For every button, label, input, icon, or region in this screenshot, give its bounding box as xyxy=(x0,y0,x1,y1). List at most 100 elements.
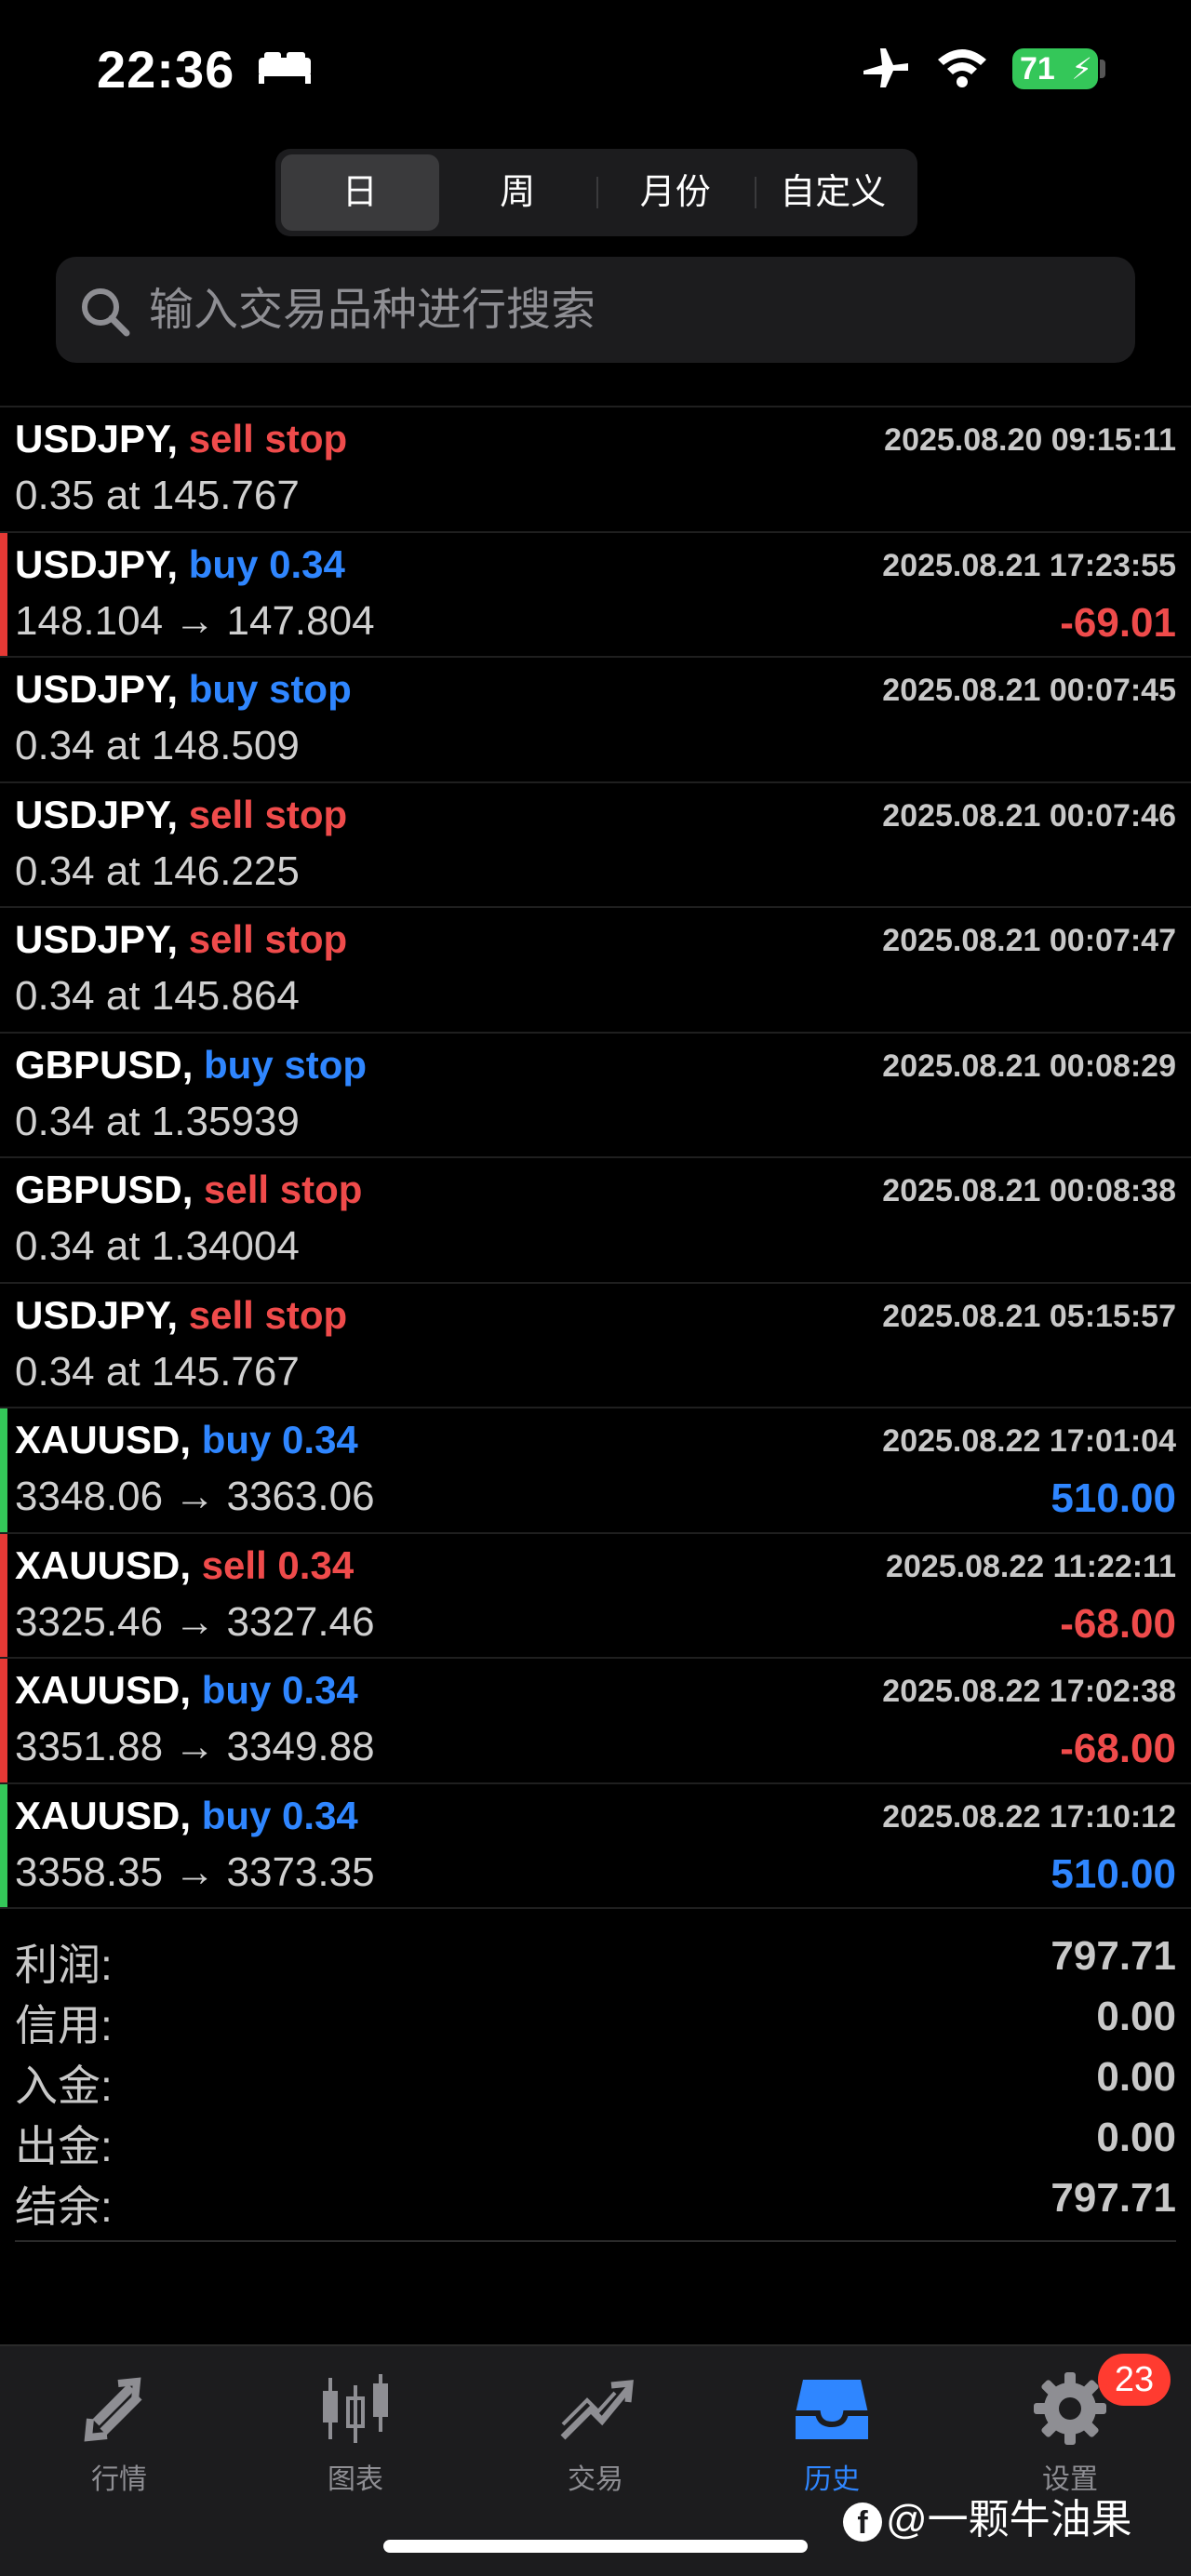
facebook-logo-icon: f xyxy=(843,2503,882,2543)
trade-title: XAUUSD, buy 0.34 xyxy=(15,1794,358,1838)
trade-row[interactable]: USDJPY, sell stop 0.34 at 145.864 2025.08.… xyxy=(0,908,1191,1034)
segment-week[interactable]: 周 xyxy=(439,154,597,231)
result-indicator-bar xyxy=(0,1408,7,1532)
summary-row: 出金: 0.00 xyxy=(0,2109,1191,2170)
trade-row[interactable]: USDJPY, sell stop 0.34 at 145.767 2025.08.… xyxy=(0,1284,1191,1408)
trade-trend-icon xyxy=(560,2380,634,2440)
trade-profit: 510.00 xyxy=(1050,1475,1176,1521)
trade-time: 2025.08.21 00:08:29 xyxy=(882,1048,1176,1084)
tab-quotes[interactable]: 行情 xyxy=(35,2367,203,2497)
trade-symbol: USDJPY, xyxy=(15,917,179,961)
trade-time: 2025.08.22 11:22:11 xyxy=(886,1548,1176,1584)
result-indicator-bar xyxy=(0,1659,7,1782)
search-input[interactable] xyxy=(149,283,1117,337)
trade-title: XAUUSD, sell 0.34 xyxy=(15,1543,354,1588)
trade-row[interactable]: XAUUSD, buy 0.34 3351.88 → 3349.88 2025.08… xyxy=(0,1659,1191,1784)
summary-row: 结余: 797.71 xyxy=(0,2169,1191,2231)
battery-indicator: 71 ⚡ xyxy=(1012,48,1098,89)
trade-symbol: XAUUSD, xyxy=(15,1668,192,1712)
trade-side: buy 0.34 xyxy=(188,541,345,586)
battery-tip xyxy=(1100,60,1105,78)
trade-symbol: USDJPY, xyxy=(15,1292,179,1337)
trade-row[interactable]: GBPUSD, buy stop 0.34 at 1.35939 2025.08.2… xyxy=(0,1034,1191,1158)
trade-time: 2025.08.21 00:07:45 xyxy=(882,673,1176,708)
trade-time: 2025.08.21 05:15:57 xyxy=(882,1298,1176,1334)
tab-trade-label: 交易 xyxy=(568,2464,623,2495)
trade-title: XAUUSD, buy 0.34 xyxy=(15,1418,358,1462)
trade-row[interactable]: GBPUSD, sell stop 0.34 at 1.34004 2025.08.… xyxy=(0,1158,1191,1284)
summary-label: 信用: xyxy=(15,2001,113,2049)
trade-symbol: XAUUSD, xyxy=(15,1542,192,1587)
trade-profit: 510.00 xyxy=(1050,1850,1176,1897)
summary-value: 797.71 xyxy=(1050,2175,1176,2221)
summary-value: 797.71 xyxy=(1050,1933,1176,1979)
trade-side: buy stop xyxy=(204,1042,368,1087)
summary-label: 出金: xyxy=(15,2122,113,2170)
tab-charts[interactable]: 图表 xyxy=(272,2367,439,2497)
trade-price-detail: 0.34 at 145.864 xyxy=(15,973,300,1019)
settings-notification-badge: 23 xyxy=(1098,2354,1171,2406)
trade-time: 2025.08.21 00:07:47 xyxy=(882,923,1176,958)
trade-row[interactable]: USDJPY, sell stop 0.34 at 146.225 2025.08.… xyxy=(0,783,1191,908)
trade-title: USDJPY, sell stop xyxy=(15,417,347,461)
trade-row[interactable]: XAUUSD, sell 0.34 3325.46 → 3327.46 2025.0… xyxy=(0,1533,1191,1659)
trade-price-detail: 148.104 → 147.804 xyxy=(15,597,375,644)
search-icon xyxy=(82,288,130,337)
trade-title: GBPUSD, buy stop xyxy=(15,1043,367,1088)
summary-label: 结余: xyxy=(15,2182,113,2231)
tab-history[interactable]: 历史 xyxy=(748,2367,916,2497)
summary-divider xyxy=(15,2240,1176,2242)
trade-price-detail: 3351.88 → 3349.88 xyxy=(15,1724,375,1769)
history-list: USDJPY, sell stop 0.35 at 145.767 2025.08.… xyxy=(0,407,1191,1909)
sleep-focus-icon xyxy=(259,52,311,84)
trade-side: sell stop xyxy=(188,792,348,836)
segment-month[interactable]: 月份 xyxy=(596,154,755,231)
trade-time: 2025.08.21 00:08:38 xyxy=(882,1173,1176,1208)
trade-symbol: XAUUSD, xyxy=(15,1793,192,1837)
trade-side: buy 0.34 xyxy=(201,1793,358,1837)
trade-row[interactable]: USDJPY, sell stop 0.35 at 145.767 2025.08.… xyxy=(0,407,1191,533)
summary-label: 利润: xyxy=(15,1941,113,1989)
trade-row[interactable]: USDJPY, buy 0.34 148.104 → 147.804 2025.08… xyxy=(0,532,1191,658)
trade-profit: -69.01 xyxy=(1060,599,1176,646)
trade-title: GBPUSD, sell stop xyxy=(15,1168,362,1212)
trade-price-detail: 0.34 at 1.34004 xyxy=(15,1223,300,1269)
trade-side: sell 0.34 xyxy=(201,1542,355,1587)
trade-title: XAUUSD, buy 0.34 xyxy=(15,1668,358,1713)
result-indicator-bar xyxy=(0,532,7,656)
candlestick-chart-icon xyxy=(323,2374,388,2443)
trade-price-detail: 0.35 at 145.767 xyxy=(15,473,300,518)
summary-row: 利润: 797.71 xyxy=(0,1928,1191,1989)
quotes-arrows-icon xyxy=(84,2377,142,2442)
charging-bolt-icon: ⚡ xyxy=(1071,52,1092,86)
trade-row[interactable]: XAUUSD, buy 0.34 3358.35 → 3373.35 2025.08… xyxy=(0,1783,1191,1909)
trade-profit: -68.00 xyxy=(1060,1600,1176,1647)
trade-side: sell stop xyxy=(188,1292,348,1337)
tab-charts-label: 图表 xyxy=(328,2464,383,2495)
summary-value: 0.00 xyxy=(1096,2054,1176,2100)
trade-time: 2025.08.22 17:01:04 xyxy=(882,1423,1176,1459)
trade-symbol: GBPUSD, xyxy=(15,1042,194,1087)
segment-day[interactable]: 日 xyxy=(281,154,439,231)
trade-symbol: USDJPY, xyxy=(15,541,179,586)
trade-row[interactable]: USDJPY, buy stop 0.34 at 148.509 2025.08.2… xyxy=(0,658,1191,783)
home-indicator[interactable] xyxy=(383,2540,808,2553)
trade-symbol: USDJPY, xyxy=(15,417,179,460)
trade-title: USDJPY, buy 0.34 xyxy=(15,542,345,587)
airplane-mode-icon xyxy=(863,48,908,87)
trade-price-detail: 3325.46 → 3327.46 xyxy=(15,1598,375,1645)
trade-symbol: XAUUSD, xyxy=(15,1418,192,1462)
trade-row[interactable]: XAUUSD, buy 0.34 3348.06 → 3363.06 2025.08… xyxy=(0,1408,1191,1534)
segment-custom[interactable]: 自定义 xyxy=(754,154,913,231)
trade-symbol: USDJPY, xyxy=(15,667,179,711)
watermark: f @一颗牛油果 xyxy=(843,2486,1132,2545)
trade-time: 2025.08.21 00:07:46 xyxy=(882,797,1176,834)
trade-title: USDJPY, sell stop xyxy=(15,1293,347,1338)
tab-trade[interactable]: 交易 xyxy=(512,2367,679,2497)
trade-side: sell stop xyxy=(204,1168,363,1211)
trade-time: 2025.08.22 17:02:38 xyxy=(882,1674,1176,1709)
summary-value: 0.00 xyxy=(1096,1994,1176,2039)
trade-time: 2025.08.22 17:10:12 xyxy=(882,1798,1176,1835)
summary-value: 0.00 xyxy=(1096,2115,1176,2160)
watermark-text: @一颗牛油果 xyxy=(886,2497,1132,2543)
